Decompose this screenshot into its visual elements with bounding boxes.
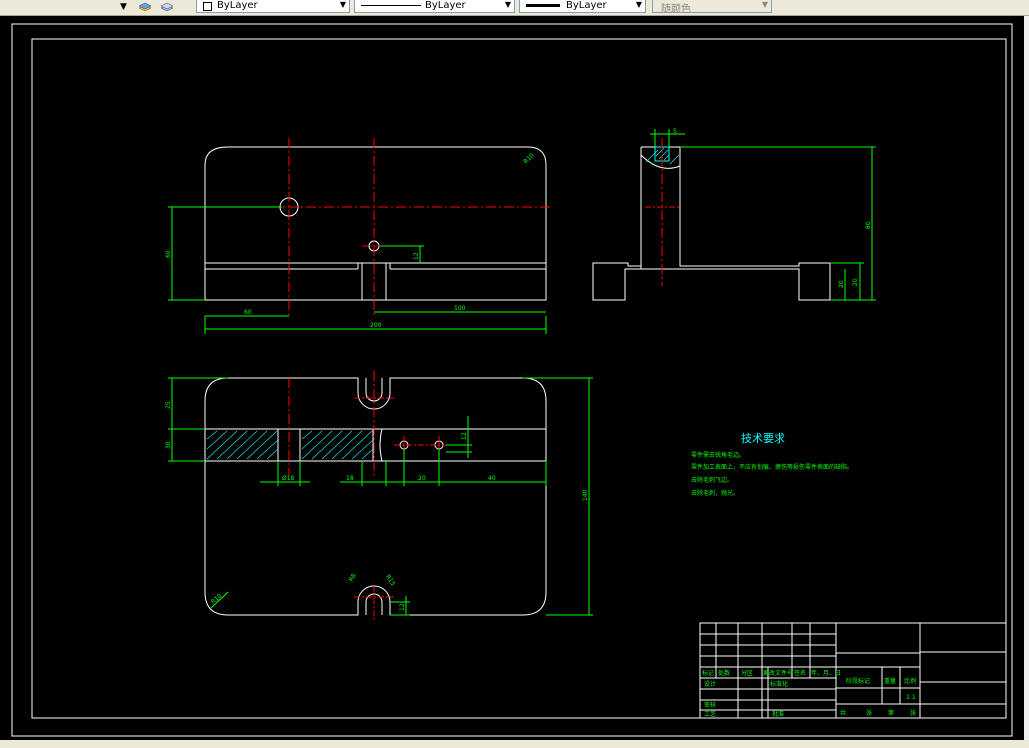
- dim-r10p-label: R10: [210, 592, 224, 605]
- tb-review: 审核: [704, 701, 716, 709]
- linetype-combo-label: ByLayer: [425, 0, 466, 11]
- dim-100-label: 100: [454, 305, 466, 312]
- lineweight-combo[interactable]: ByLayer ▼: [519, 0, 646, 13]
- drawing-svg[interactable]: 200 60 100 12 60 R10 5 80 20 20 25 30 12…: [0, 16, 1024, 740]
- dim-40-label: 40: [488, 475, 496, 482]
- notes-title: 技术要求: [741, 432, 785, 445]
- note-line: 去除毛刺，抛光。: [691, 489, 739, 497]
- tb-process: 工艺: [704, 710, 716, 718]
- dim-5-label: 5: [673, 128, 677, 135]
- dim-12p-label: 12: [461, 432, 468, 440]
- tb-header-date: 年、月、日: [811, 669, 841, 677]
- tb-standardize: 标准化: [770, 680, 788, 688]
- plotstyle-combo-label: 随颜色: [661, 4, 691, 15]
- dim-r8-label: R8: [348, 572, 358, 583]
- dim-60v-label: 60: [165, 250, 172, 258]
- dim-phi18-label: Ø18: [282, 475, 295, 482]
- color-combo[interactable]: ByLayer ▼: [196, 0, 350, 13]
- dim-25-label: 25: [165, 401, 172, 409]
- dim-r10-label: R10: [522, 152, 535, 165]
- tb-header-zone: 分区: [741, 669, 753, 677]
- tb-sheets-total: 共: [840, 709, 846, 717]
- dim-20b-label: 20: [838, 280, 845, 288]
- color-combo-label: ByLayer: [217, 0, 258, 11]
- plan-view-dimensions: [168, 377, 593, 616]
- chevron-down-icon: ▼: [504, 0, 511, 9]
- horizontal-scrollbar[interactable]: [0, 740, 1029, 748]
- tb-scale-value: 1:1: [906, 694, 916, 701]
- layer-states-icon[interactable]: [138, 0, 152, 13]
- plotstyle-combo[interactable]: 随颜色 ▼: [652, 0, 772, 15]
- tb-header-signature: 签名: [794, 669, 806, 677]
- chevron-down-icon: ▼: [761, 0, 768, 9]
- tb-header-mark: 标记: [702, 669, 714, 677]
- side-view: [592, 138, 831, 301]
- note-line: 去除毛刺飞边。: [691, 476, 733, 484]
- tb-stage-mark: 阶段标记: [846, 677, 870, 685]
- tb-header-count: 处数: [718, 669, 730, 677]
- tb-sheets-unit: 张: [866, 709, 872, 717]
- dim-20p-label: 20: [418, 475, 426, 482]
- layer-previous-icon[interactable]: [160, 0, 174, 13]
- dim-60-label: 60: [244, 309, 252, 316]
- dim-18-label: 18: [346, 475, 354, 482]
- lineweight-sample-icon: [526, 4, 560, 7]
- tb-header-change-doc: 更改文件号: [763, 669, 793, 677]
- dim-20a-label: 20: [852, 278, 859, 286]
- linetype-combo[interactable]: ByLayer ▼: [354, 0, 515, 13]
- properties-toolbar: ▼ ByLayer ▼ ByLayer ▼ ByLayer ▼ 随颜色 ▼: [0, 0, 1029, 16]
- plan-view: [204, 371, 547, 620]
- outer-border: [11, 23, 1013, 737]
- dim-12b-label: 12: [399, 603, 406, 611]
- note-line: 零件加工表面上，不应有划痕、擦伤等损伤零件表面的缺陷。: [691, 463, 853, 471]
- tb-weight: 重量: [884, 677, 896, 685]
- tb-sheet-unit: 张: [910, 709, 916, 717]
- dim-12-label: 12: [413, 252, 420, 260]
- front-view-dimensions: [168, 206, 547, 334]
- dropdown-arrow-icon[interactable]: ▼: [120, 0, 127, 13]
- linetype-sample-icon: [361, 5, 421, 6]
- dim-r15-label: R15: [384, 574, 396, 588]
- note-line: 零件需去锐角毛边。: [691, 451, 745, 459]
- chevron-down-icon: ▼: [339, 0, 346, 9]
- dim-30-label: 30: [165, 441, 172, 449]
- tb-approve: 批准: [772, 710, 784, 718]
- dim-140-label: 140: [582, 489, 589, 501]
- drawing-canvas[interactable]: 200 60 100 12 60 R10 5 80 20 20 25 30 12…: [0, 16, 1024, 740]
- color-swatch-icon: [203, 2, 212, 11]
- dim-80-label: 80: [865, 221, 872, 229]
- dim-200-label: 200: [370, 322, 382, 329]
- tb-sheet-no: 第: [888, 709, 894, 717]
- front-view-dim-labels: 200 60 100 12 60 R10: [165, 152, 536, 329]
- title-block-text: 标记 处数 分区 更改文件号 签名 年、月、日 设计 标准化 审核 工艺 批准 …: [702, 669, 916, 718]
- plan-view-dim-labels: 25 30 12 Ø18 18 20 40 140 R10 R8 R15 12: [165, 401, 589, 611]
- front-view: [204, 138, 550, 316]
- side-view-dimensions: [650, 129, 876, 301]
- tb-scale: 比例: [904, 677, 916, 685]
- side-view-dim-labels: 5 80 20 20: [673, 128, 872, 288]
- tb-design: 设计: [704, 680, 716, 688]
- chevron-down-icon: ▼: [635, 0, 642, 9]
- lineweight-combo-label: ByLayer: [566, 0, 607, 11]
- technical-notes: 技术要求 零件需去锐角毛边。 零件加工表面上，不应有划痕、擦伤等损伤零件表面的缺…: [691, 432, 853, 497]
